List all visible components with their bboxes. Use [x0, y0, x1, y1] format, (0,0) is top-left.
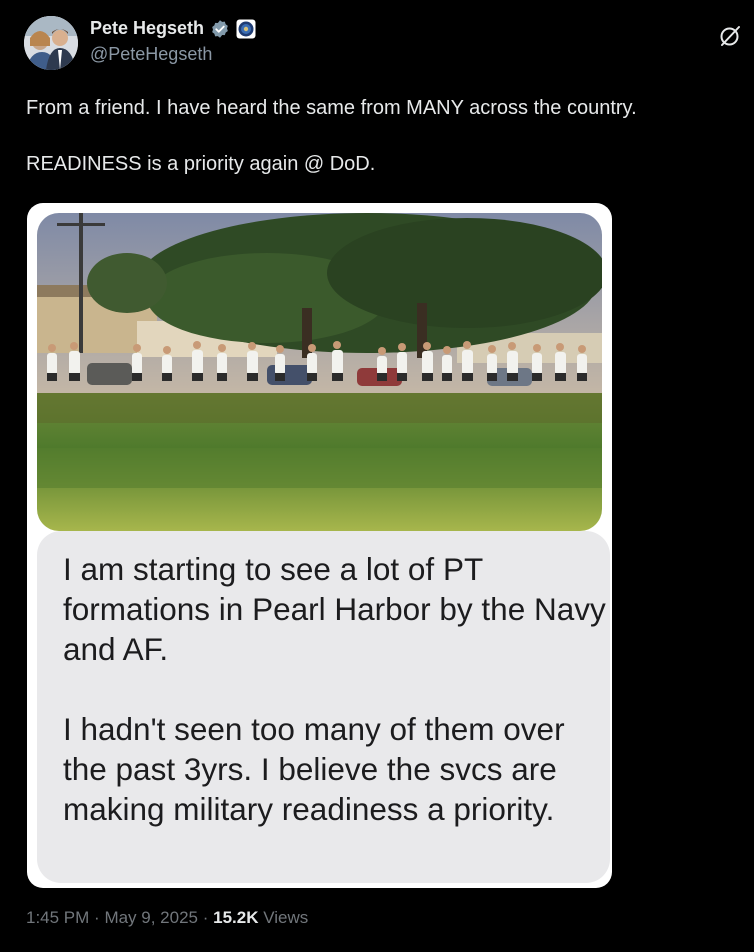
grok-icon[interactable] [718, 24, 742, 48]
text-message-body: I am starting to see a lot of PT formati… [63, 549, 608, 869]
avatar[interactable] [24, 16, 78, 70]
tweet-text: From a friend. I have heard the same fro… [26, 97, 637, 175]
text-message-bubble: I am starting to see a lot of PT formati… [37, 531, 610, 883]
meta-separator: · [202, 908, 214, 927]
author-display-name[interactable]: Pete Hegseth [90, 18, 204, 39]
message-paragraph-1: I am starting to see a lot of PT formati… [63, 551, 606, 667]
message-paragraph-2: I hadn't seen too many of them over the … [63, 711, 565, 827]
dod-seal-icon[interactable] [236, 19, 256, 39]
author-name-row: Pete Hegseth [90, 18, 256, 39]
author-handle[interactable]: @PeteHegseth [90, 44, 212, 65]
tweet-media[interactable]: I am starting to see a lot of PT formati… [27, 203, 612, 888]
tweet-time[interactable]: 1:45 PM [26, 908, 89, 927]
tweet: Pete Hegseth @PeteHegseth From a friend.… [0, 0, 754, 952]
meta-separator: · [94, 908, 105, 927]
verified-badge-icon[interactable] [210, 19, 230, 39]
views-count[interactable]: 15.2K [213, 908, 258, 927]
group-pt-formation-photo[interactable] [37, 213, 602, 531]
tweet-meta: 1:45 PM · May 9, 2025 · 15.2K Views [26, 908, 308, 928]
tweet-date[interactable]: May 9, 2025 [104, 908, 198, 927]
views-label: Views [263, 908, 309, 927]
